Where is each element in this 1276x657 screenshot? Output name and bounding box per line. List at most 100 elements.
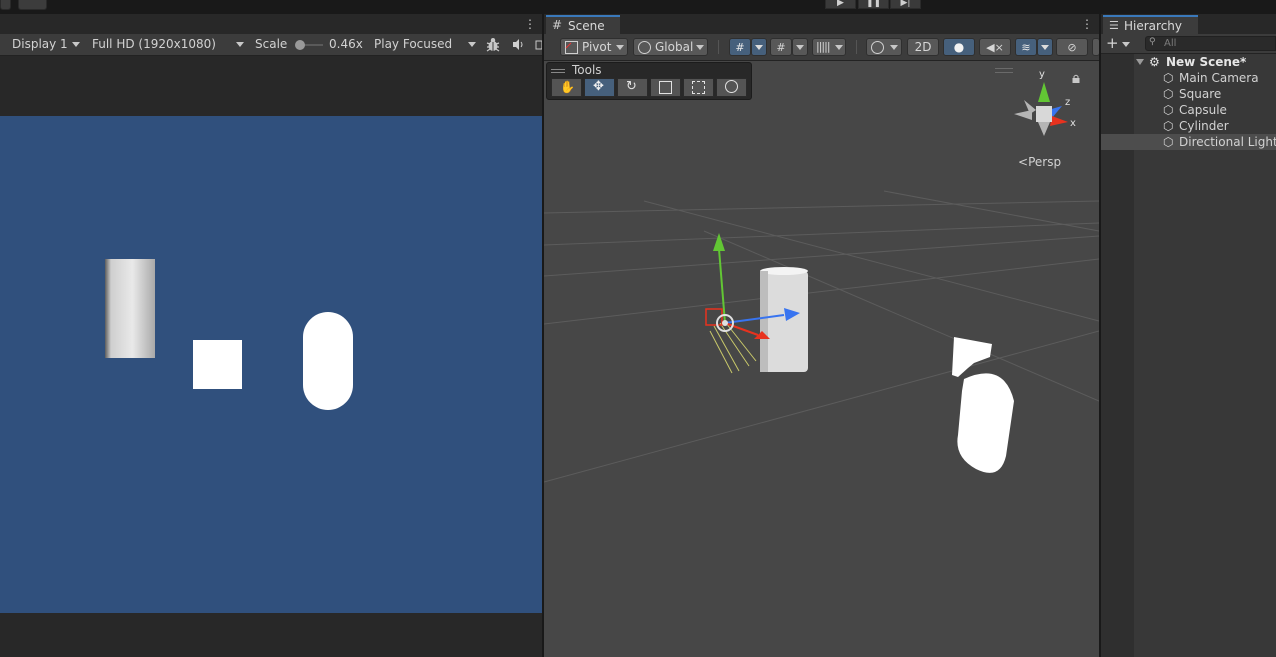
hierarchy-search-input[interactable]: ⚲ All xyxy=(1145,36,1276,51)
create-button[interactable]: + xyxy=(1106,35,1134,52)
toolbar-divider xyxy=(856,40,857,54)
perspective-label: Persp xyxy=(1028,155,1062,169)
game-capsule xyxy=(303,312,353,410)
chevron-down-icon xyxy=(72,42,80,47)
grid-dropdown[interactable] xyxy=(751,38,767,56)
step-icon: ▶| xyxy=(900,0,911,8)
move-tool-button[interactable]: ✥ xyxy=(584,78,615,97)
hierarchy-scene-root[interactable]: ⚙ New Scene* xyxy=(1101,54,1276,70)
hierarchy-item-cylinder[interactable]: ⬡ Cylinder xyxy=(1101,118,1276,134)
rotate-tool-button[interactable]: ↻ xyxy=(617,78,648,97)
global-label: Global xyxy=(655,40,694,54)
hand-icon: ✋ xyxy=(560,80,575,94)
scene-cylinder-shade xyxy=(760,271,768,372)
gameobject-cube-icon: ⬡ xyxy=(1163,87,1174,101)
effects-dropdown[interactable] xyxy=(1037,38,1053,56)
snap-dropdown[interactable] xyxy=(792,38,808,56)
chevron-down-icon xyxy=(796,45,804,50)
bug-icon[interactable] xyxy=(485,37,501,52)
hierarchy-item-capsule[interactable]: ⬡ Capsule xyxy=(1101,102,1276,118)
game-square xyxy=(193,340,242,389)
lighting-toggle-button[interactable]: ● xyxy=(943,38,975,56)
tools-title: Tools xyxy=(572,63,602,77)
drag-handle-icon[interactable] xyxy=(551,69,565,70)
gizmo-x-label: x xyxy=(1070,118,1076,129)
scene-hash-icon: # xyxy=(552,18,563,32)
expand-arrow-icon[interactable] xyxy=(1136,59,1144,65)
account-button[interactable] xyxy=(0,0,11,10)
global-dropdown[interactable]: Global xyxy=(633,38,708,56)
hidden-eye-icon: ⊘ xyxy=(1067,41,1077,54)
2d-mode-button[interactable]: 2D xyxy=(907,38,939,56)
mute-icon: ◀× xyxy=(986,41,1004,54)
hierarchy-item-label: Capsule xyxy=(1179,103,1227,117)
move-icon: ✥ xyxy=(593,79,604,94)
step-button[interactable]: ▶| xyxy=(890,0,921,9)
effects-toggle-button[interactable]: ≋ xyxy=(1015,38,1037,56)
mute-audio-icon[interactable] xyxy=(511,37,525,52)
play-button[interactable]: ▶ xyxy=(825,0,856,9)
scene-more-menu-icon[interactable]: ⋮ xyxy=(1081,17,1093,31)
cloud-button[interactable]: ˇ xyxy=(18,0,47,10)
chevron-down-icon xyxy=(236,42,244,47)
gizmo-y-cone xyxy=(1038,82,1050,102)
chevron-down-icon xyxy=(890,45,898,50)
plus-icon: + xyxy=(1106,34,1119,52)
resolution-dropdown[interactable]: Full HD (1920x1080) xyxy=(92,37,216,52)
grid-toggle-button[interactable]: # xyxy=(729,38,751,56)
tab-hierarchy-label: Hierarchy xyxy=(1124,19,1183,33)
display-dropdown[interactable]: Display 1 xyxy=(12,37,68,52)
scene-square xyxy=(952,337,992,377)
shading-sphere-icon xyxy=(871,41,884,54)
gizmo-center-cube xyxy=(1036,106,1052,122)
increment-snap-dropdown[interactable]: ||||| xyxy=(812,38,846,56)
hierarchy-item-label: Cylinder xyxy=(1179,119,1229,133)
unity-scene-icon: ⚙ xyxy=(1149,55,1160,69)
game-cylinder xyxy=(105,259,155,358)
perspective-toggle[interactable]: <Persp xyxy=(1018,155,1061,169)
gizmo-negy-cone xyxy=(1038,122,1050,136)
visibility-toggle-button[interactable]: ⊘ xyxy=(1056,38,1088,56)
chevron-down-icon xyxy=(468,42,476,47)
rect-tool-button[interactable] xyxy=(683,78,714,97)
gameobject-cube-icon: ⬡ xyxy=(1163,135,1174,149)
chevron-down-icon xyxy=(1122,42,1130,47)
hierarchy-item-directional-light[interactable]: ⬡ Directional Light xyxy=(1101,134,1276,150)
pivot-label: Pivot xyxy=(582,40,612,54)
tab-scene-label: Scene xyxy=(568,19,605,33)
audio-toggle-button[interactable]: ◀× xyxy=(979,38,1011,56)
orientation-gizmo[interactable]: y z x xyxy=(1010,69,1080,142)
play-mode-dropdown[interactable]: Play Focused xyxy=(374,37,452,52)
light-rays xyxy=(709,322,757,374)
shading-mode-dropdown[interactable] xyxy=(866,38,902,56)
tab-hierarchy[interactable]: ☰ Hierarchy xyxy=(1103,15,1198,34)
rotate-icon: ↻ xyxy=(626,79,637,94)
gameobject-cube-icon: ⬡ xyxy=(1163,103,1174,117)
grid-icon: # xyxy=(735,41,745,54)
scale-tool-button[interactable] xyxy=(650,78,681,97)
pivot-dropdown[interactable]: Pivot xyxy=(560,38,628,56)
hierarchy-item-main-camera[interactable]: ⬡ Main Camera xyxy=(1101,70,1276,86)
drag-handle-icon[interactable] xyxy=(551,72,565,73)
transform-tool-button[interactable] xyxy=(716,78,747,97)
tab-scene[interactable]: # Scene xyxy=(546,15,620,34)
pause-button[interactable]: ❚❚ xyxy=(858,0,889,9)
hierarchy-item-square[interactable]: ⬡ Square xyxy=(1101,86,1276,102)
game-render-canvas[interactable] xyxy=(0,116,542,613)
hand-tool-button[interactable]: ✋ xyxy=(551,78,582,97)
snap-toggle-button[interactable]: # xyxy=(770,38,792,56)
rect-icon xyxy=(692,81,705,94)
chevron-down-icon xyxy=(1041,45,1049,50)
hierarchy-item-label: Square xyxy=(1179,87,1222,101)
scale-label: Scale xyxy=(255,37,288,51)
game-more-menu-icon[interactable]: ⋮ xyxy=(524,17,536,31)
main-toolbar xyxy=(0,0,1276,14)
stats-icon[interactable] xyxy=(535,37,542,52)
scene-viewport[interactable] xyxy=(544,61,1099,657)
scale-icon xyxy=(659,81,672,94)
scale-slider-handle[interactable] xyxy=(295,40,305,50)
hierarchy-item-label: Main Camera xyxy=(1179,71,1259,85)
toolbar-divider xyxy=(718,40,719,54)
search-icon: ⚲ xyxy=(1149,37,1156,47)
chevron-down-icon xyxy=(755,45,763,50)
